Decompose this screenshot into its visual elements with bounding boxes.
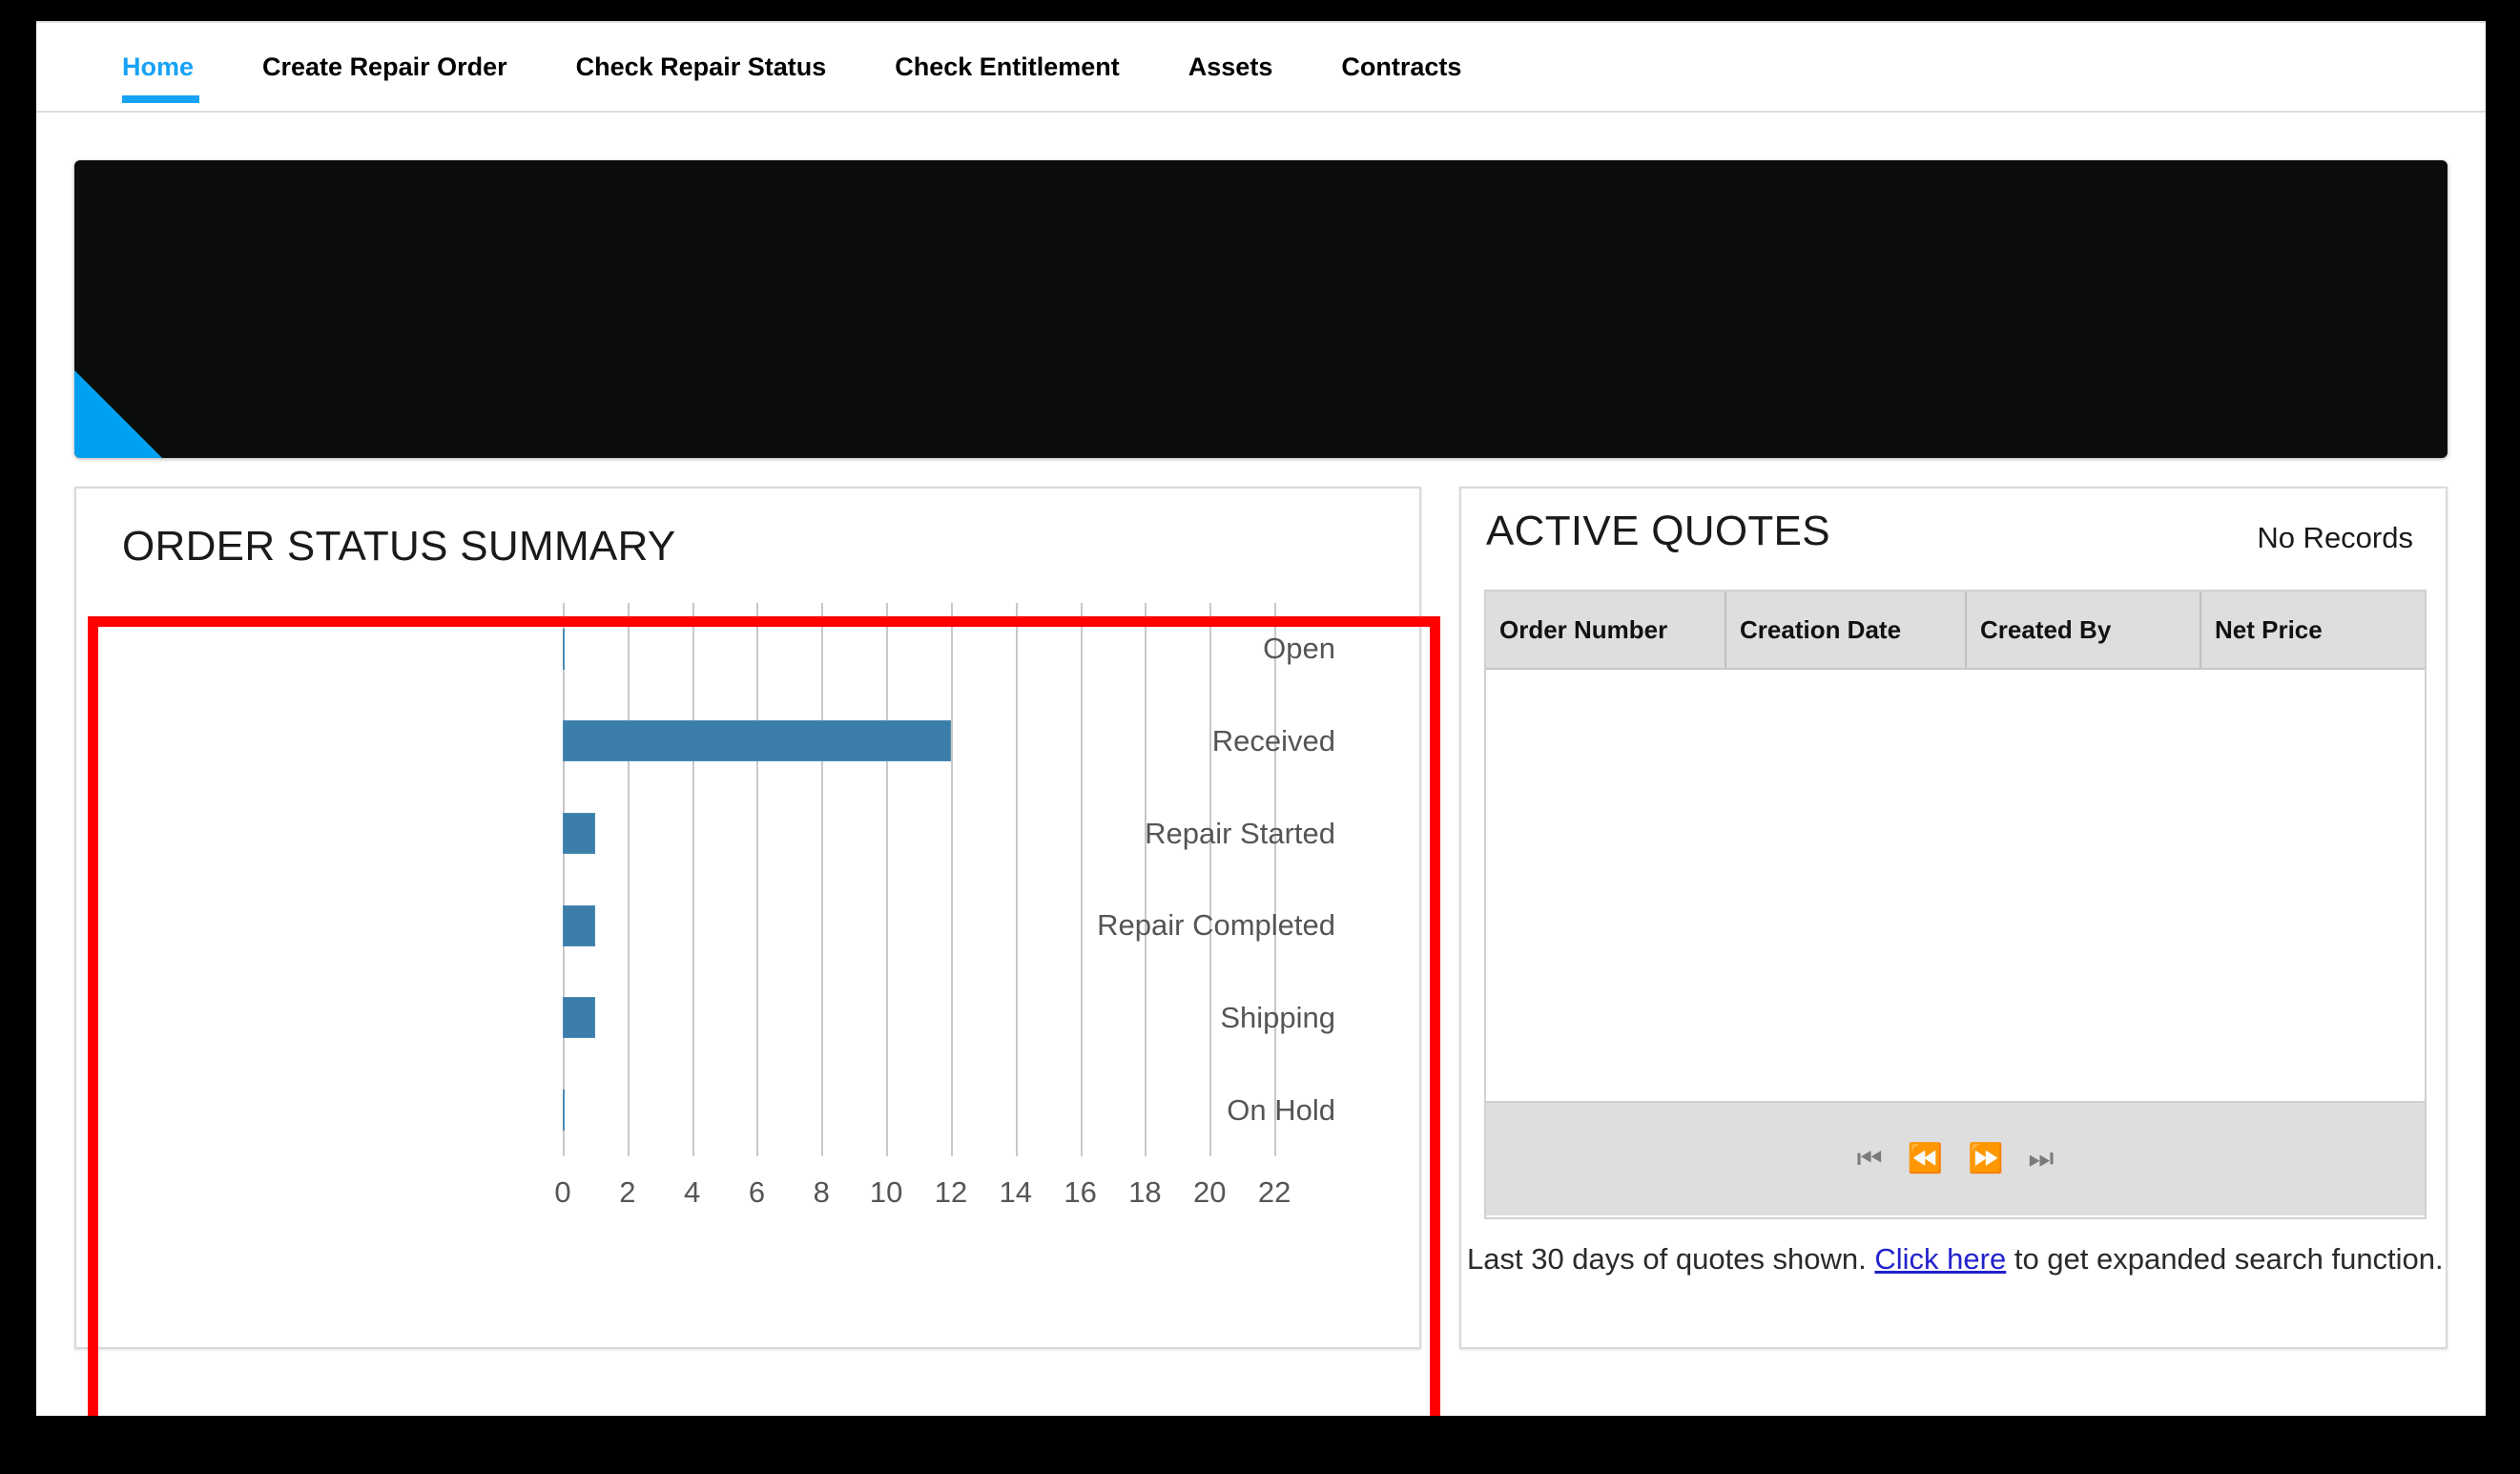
footnote-text-after: to get expanded search function. xyxy=(2006,1242,2444,1276)
expanded-search-link[interactable]: Click here xyxy=(1874,1242,2006,1276)
hero-banner xyxy=(74,160,2448,458)
active-quotes-card: ACTIVE QUOTES No Records Order Number Cre… xyxy=(1459,487,2448,1349)
active-quotes-table-body xyxy=(1486,670,2425,1101)
bar-repair-started xyxy=(563,813,595,855)
x-tick-label-6: 6 xyxy=(748,1175,766,1209)
footnote-text-before: Last 30 days of quotes shown. xyxy=(1467,1242,1875,1276)
nav-item-create-repair-order[interactable]: Create Repair Order xyxy=(228,23,542,111)
bar-on-hold xyxy=(563,1090,565,1131)
chart-plot-area xyxy=(563,603,1307,1156)
main-navigation: Home Create Repair Order Check Repair Stat… xyxy=(36,21,2486,113)
bar-open xyxy=(563,628,565,670)
category-label-received: Received xyxy=(1211,724,1335,758)
nav-item-assets[interactable]: Assets xyxy=(1154,23,1308,111)
order-status-bar-chart: Open Received Repair Started Repair Complet… xyxy=(181,603,1364,1271)
category-label-shipping: Shipping xyxy=(1220,1001,1335,1034)
active-quotes-pagination[interactable]: ⏮ ⏪ ⏩ ⏭ xyxy=(1486,1101,2425,1215)
x-tick-label-12: 12 xyxy=(934,1175,968,1209)
category-label-open: Open xyxy=(1263,632,1335,666)
active-quotes-table: Order Number Creation Date Created By Net P… xyxy=(1484,590,2427,1219)
banner-accent-triangle xyxy=(74,370,162,458)
previous-page-icon[interactable]: ⏪ xyxy=(1908,1145,1943,1173)
active-quotes-record-status: No Records xyxy=(2257,521,2413,554)
bar-repair-completed xyxy=(563,904,595,946)
x-tick-label-18: 18 xyxy=(1128,1175,1162,1209)
category-label-repair-started: Repair Started xyxy=(1145,816,1335,850)
x-tick-label-10: 10 xyxy=(869,1175,903,1209)
bar-received xyxy=(563,720,951,762)
category-label-repair-completed: Repair Completed xyxy=(1097,908,1335,943)
dashboard-area: ORDER STATUS SUMMARY Open Received Repair … xyxy=(74,487,2448,1416)
first-page-icon[interactable]: ⏮ xyxy=(1857,1145,1883,1173)
nav-item-list: Home Create Repair Order Check Repair Stat… xyxy=(111,23,1496,111)
x-tick-label-16: 16 xyxy=(1064,1175,1097,1209)
active-quotes-title: ACTIVE QUOTES xyxy=(1486,508,1830,554)
nav-item-check-repair-status[interactable]: Check Repair Status xyxy=(542,23,861,111)
x-tick-label-0: 0 xyxy=(554,1175,571,1209)
x-tick-label-14: 14 xyxy=(999,1175,1033,1209)
order-status-summary-card: ORDER STATUS SUMMARY Open Received Repair … xyxy=(74,487,1421,1349)
nav-item-check-entitlement[interactable]: Check Entitlement xyxy=(860,23,1154,111)
nav-item-contracts[interactable]: Contracts xyxy=(1307,23,1496,111)
application-page: Home Create Repair Order Check Repair Stat… xyxy=(36,21,2486,1416)
category-label-on-hold: On Hold xyxy=(1227,1092,1335,1127)
column-header-net-price[interactable]: Net Price xyxy=(2201,592,2425,668)
x-tick-label-22: 22 xyxy=(1257,1175,1291,1209)
column-header-order-number[interactable]: Order Number xyxy=(1486,592,1726,668)
column-header-creation-date[interactable]: Creation Date xyxy=(1726,592,1967,668)
x-tick-label-2: 2 xyxy=(619,1175,636,1209)
next-page-icon[interactable]: ⏩ xyxy=(1968,1145,2003,1173)
x-tick-label-4: 4 xyxy=(684,1175,701,1209)
active-quotes-footnote: Last 30 days of quotes shown. Click here… xyxy=(1467,1242,2444,1277)
active-quotes-table-header: Order Number Creation Date Created By Net P… xyxy=(1486,592,2425,670)
column-header-created-by[interactable]: Created By xyxy=(1967,592,2201,668)
x-tick-label-8: 8 xyxy=(813,1175,830,1209)
bar-shipping xyxy=(563,997,595,1039)
last-page-icon[interactable]: ⏭ xyxy=(2028,1145,2054,1173)
order-status-summary-title: ORDER STATUS SUMMARY xyxy=(122,523,676,570)
nav-item-home[interactable]: Home xyxy=(111,23,228,111)
chart-bar-rows xyxy=(563,603,1307,1156)
x-tick-label-20: 20 xyxy=(1193,1175,1227,1209)
